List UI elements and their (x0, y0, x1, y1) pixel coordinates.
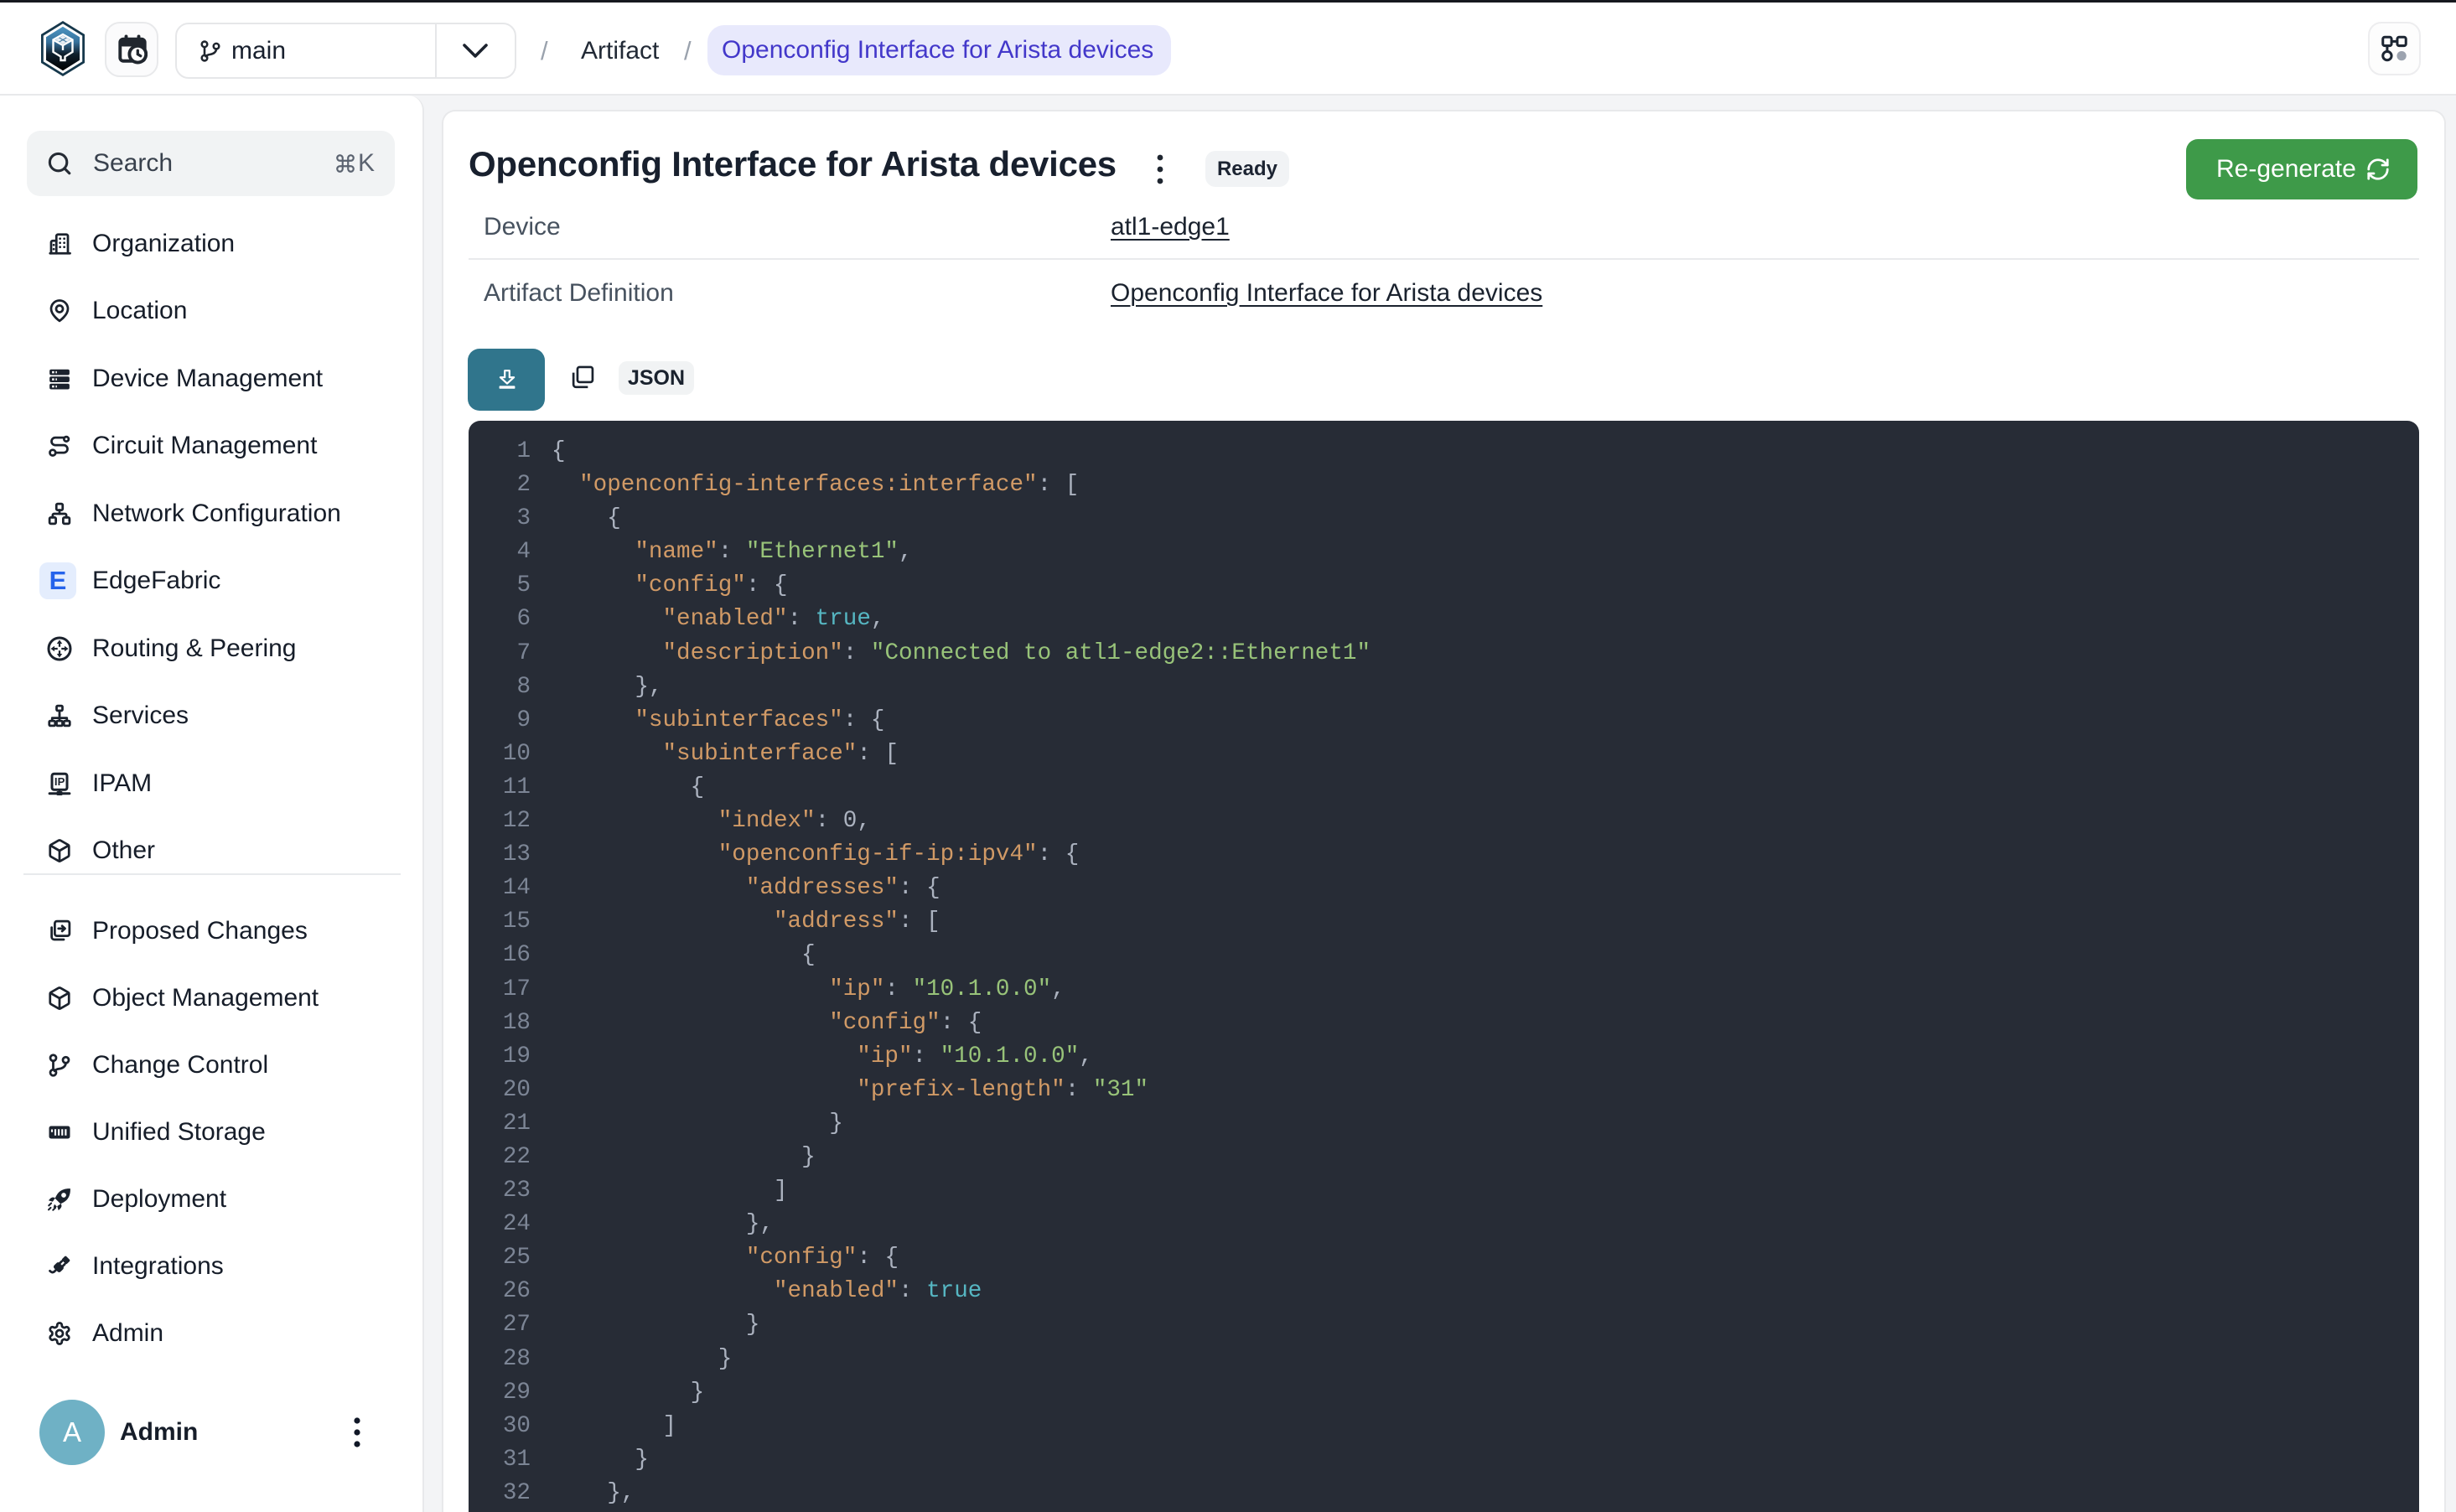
svg-text:IP: IP (54, 775, 65, 788)
